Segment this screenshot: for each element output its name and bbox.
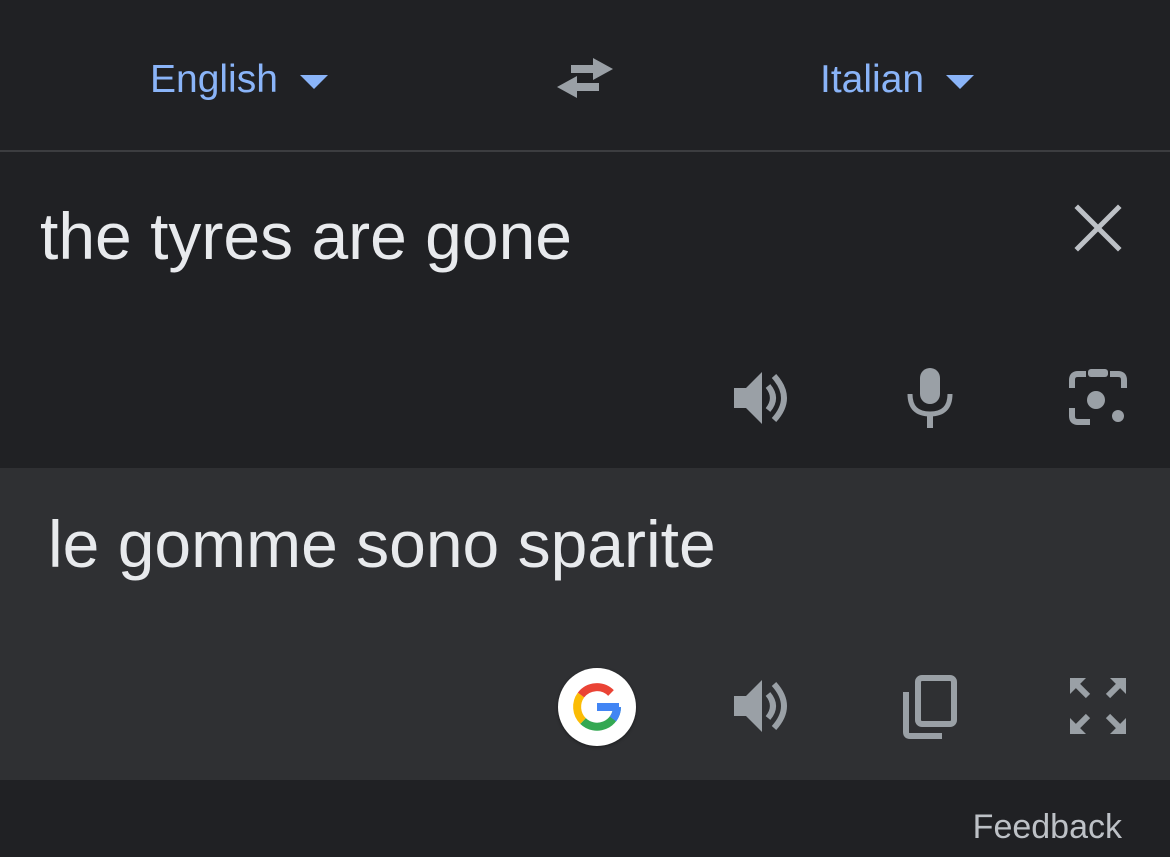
source-panel: the tyres are gone [0, 152, 1170, 468]
result-panel: le gomme sono sparite [0, 468, 1170, 780]
listen-translation-button[interactable] [728, 672, 796, 740]
source-language-selector[interactable]: English [150, 50, 328, 110]
feedback-link[interactable]: Feedback [973, 808, 1122, 847]
microphone-icon [907, 368, 953, 428]
listen-source-button[interactable] [728, 364, 796, 432]
target-language-selector[interactable]: Italian [820, 50, 975, 110]
camera-lens-icon [1069, 369, 1127, 425]
close-icon [1074, 204, 1122, 252]
translate-app: English Italian the tyres are gone le go… [0, 0, 1170, 857]
target-dropdown-arrow-icon [946, 75, 975, 89]
speaker-icon [734, 372, 787, 424]
translation-result-text: le gomme sono sparite [48, 507, 716, 581]
target-language-label: Italian [820, 58, 925, 101]
speaker-icon [734, 680, 787, 732]
copy-icon [903, 675, 957, 739]
swap-arrows-icon [557, 58, 613, 98]
footer: Feedback [0, 780, 1170, 857]
clear-text-button[interactable] [1072, 202, 1124, 254]
source-language-label: English [150, 58, 278, 101]
language-bar: English Italian [0, 0, 1170, 150]
camera-translate-button[interactable] [1064, 364, 1132, 432]
swap-languages-button[interactable] [553, 52, 617, 104]
google-search-button[interactable] [558, 668, 636, 746]
google-logo-icon [573, 683, 621, 731]
voice-input-button[interactable] [896, 364, 964, 432]
copy-translation-button[interactable] [896, 672, 964, 740]
source-text-input[interactable]: the tyres are gone [40, 196, 572, 276]
source-dropdown-arrow-icon [299, 75, 328, 89]
fullscreen-expand-icon [1069, 677, 1127, 735]
fullscreen-button[interactable] [1064, 672, 1132, 740]
